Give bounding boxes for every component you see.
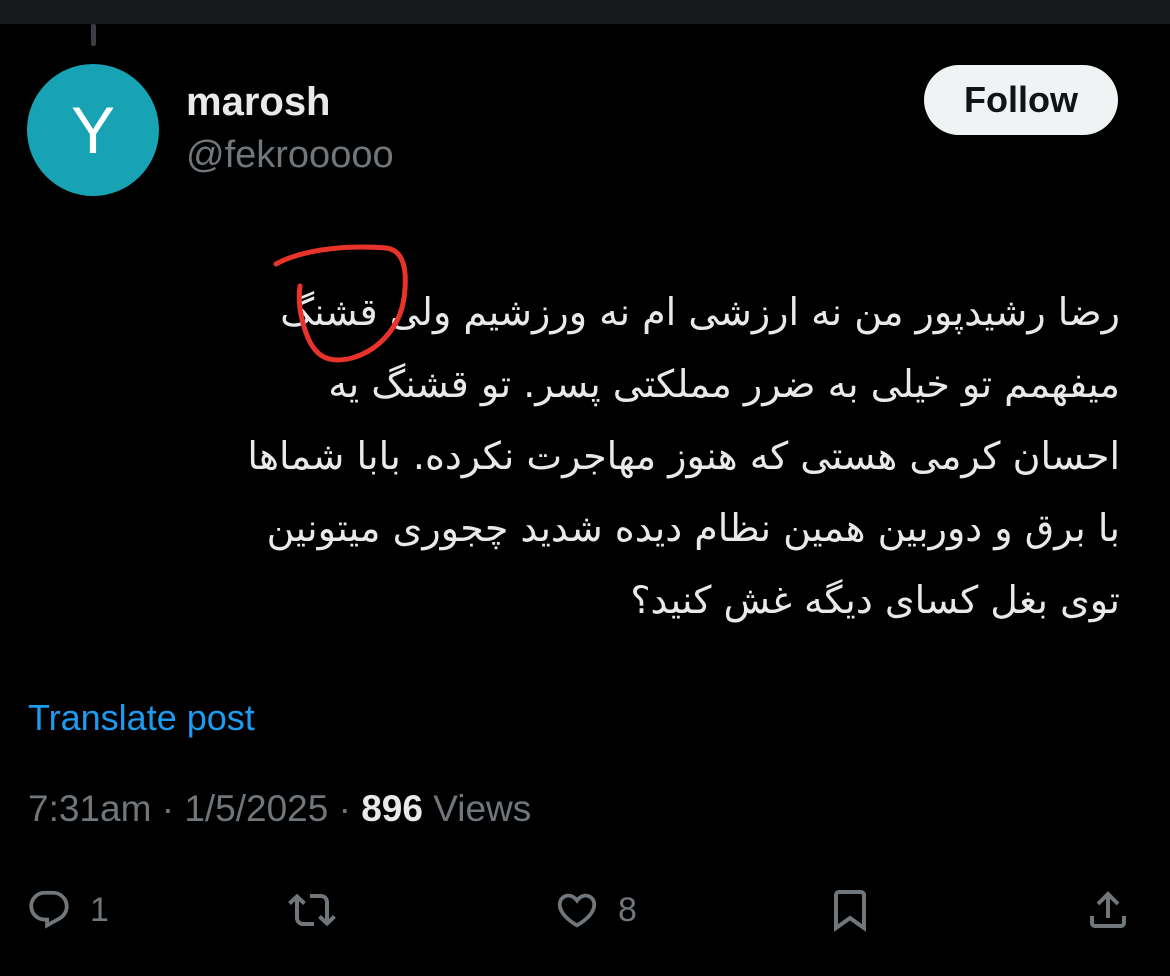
like-icon [557, 893, 597, 928]
bookmark-icon [834, 890, 866, 932]
share-button[interactable] [1084, 878, 1132, 942]
tweet-time[interactable]: 7:31am [28, 788, 151, 829]
tweet-meta: 7:31am · 1/5/2025 · 896 Views [28, 786, 531, 832]
retweet-button[interactable] [288, 878, 336, 942]
follow-button[interactable]: Follow [924, 65, 1118, 135]
reply-count: 1 [90, 890, 109, 929]
reply-icon [29, 890, 69, 929]
top-bar [0, 0, 1170, 24]
meta-separator: · [161, 788, 175, 829]
share-icon [1090, 891, 1126, 928]
meta-separator: · [338, 788, 351, 829]
tweet-date[interactable]: 1/5/2025 [184, 788, 328, 829]
reply-button[interactable]: 1 [26, 878, 109, 942]
views-count: 896 [361, 788, 423, 829]
thread-connector-line [91, 24, 96, 46]
like-count: 8 [618, 890, 637, 929]
views-label: Views [433, 788, 532, 829]
like-button[interactable]: 8 [554, 878, 637, 942]
translate-post-link[interactable]: Translate post [28, 696, 255, 740]
tweet-text: رضا رشیدپور من نه ارزشی ام نه ورزشیم ولی… [247, 290, 1120, 622]
user-handle[interactable]: @fekrooooo [186, 132, 394, 178]
display-name[interactable]: marosh [186, 78, 331, 126]
avatar-letter: Y [70, 93, 116, 167]
retweet-icon [288, 893, 336, 927]
avatar[interactable]: Y [27, 64, 159, 196]
bookmark-button[interactable] [826, 878, 874, 942]
